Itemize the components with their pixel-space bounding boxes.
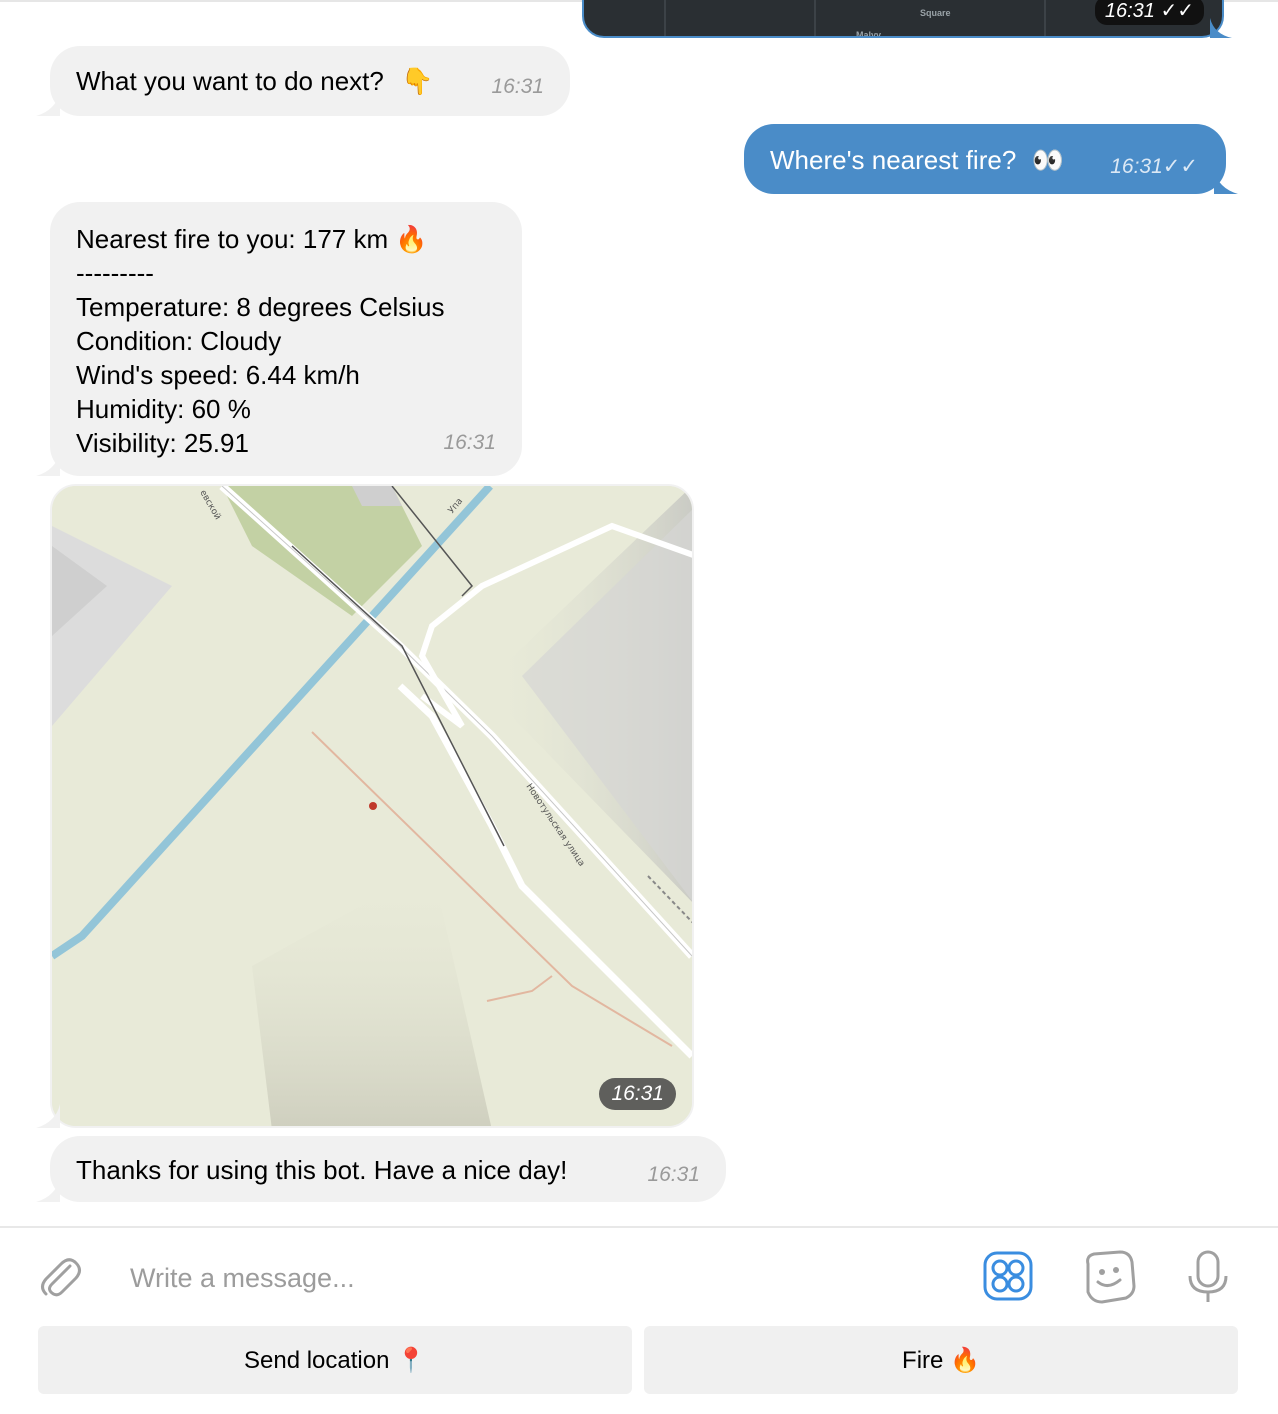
bubble-tail [36, 1104, 60, 1128]
incoming-message: Nearest fire to you: 177 km 🔥 --------- … [50, 202, 522, 476]
message-input[interactable] [130, 1258, 950, 1298]
humidity-line: Humidity: 60 % [76, 394, 251, 424]
previous-location-map[interactable]: Square Malyy 16:31 ✓✓ [582, 0, 1224, 38]
map-label: Malyy [856, 30, 882, 38]
message-text: What you want to do next? [76, 66, 384, 96]
message-text: Where's nearest fire? [770, 145, 1017, 175]
eyes-emoji: 👀 [1031, 145, 1064, 175]
read-checkmarks-icon: ✓✓ [1162, 155, 1198, 178]
microphone-icon[interactable] [1186, 1250, 1230, 1304]
paperclip-icon[interactable] [36, 1252, 84, 1300]
map-road [1044, 0, 1046, 36]
fire-distance-line: Nearest fire to you: 177 km 🔥 [76, 224, 428, 254]
fire-button[interactable]: Fire 🔥 [644, 1326, 1238, 1394]
location-map[interactable]: Упа Новотульская улица евской 16:31 [50, 484, 694, 1128]
message-text: Thanks for using this bot. Have a nice d… [76, 1155, 568, 1185]
bubble-tail [36, 92, 60, 116]
message-time: 16:31✓✓ [1110, 155, 1198, 178]
message-time: 16:31 [491, 75, 544, 98]
composer-divider [0, 1226, 1278, 1228]
condition-line: Condition: Cloudy [76, 326, 282, 356]
map-graphic: Упа Новотульская улица евской [52, 486, 692, 1126]
bubble-tail [36, 1178, 60, 1202]
message-time: 16:31 [443, 431, 496, 454]
incoming-message: Thanks for using this bot. Have a nice d… [50, 1136, 726, 1202]
message-time: 16:31 [647, 1163, 700, 1186]
bot-keyboard-icon[interactable] [983, 1251, 1033, 1301]
map-road [814, 0, 816, 36]
bubble-tail [1214, 170, 1238, 194]
bubble-tail [36, 452, 60, 476]
message-time: 16:31 [599, 1078, 676, 1110]
temperature-line: Temperature: 8 degrees Celsius [76, 292, 445, 322]
visibility-line: Visibility: 25.91 [76, 428, 249, 458]
incoming-message: What you want to do next? 👇 16:31 [50, 46, 570, 116]
outgoing-message: Where's nearest fire? 👀 16:31✓✓ [744, 124, 1226, 194]
separator-line: --------- [76, 258, 154, 288]
message-time: 16:31 ✓✓ [1094, 0, 1204, 25]
bubble-tail [1210, 18, 1232, 38]
send-location-button[interactable]: Send location 📍 [38, 1326, 632, 1394]
pointing-down-emoji: 👇 [401, 66, 434, 96]
sticker-icon[interactable] [1080, 1250, 1136, 1304]
map-label: Square [920, 8, 951, 18]
map-road [664, 0, 666, 36]
wind-speed-line: Wind's speed: 6.44 km/h [76, 360, 360, 390]
